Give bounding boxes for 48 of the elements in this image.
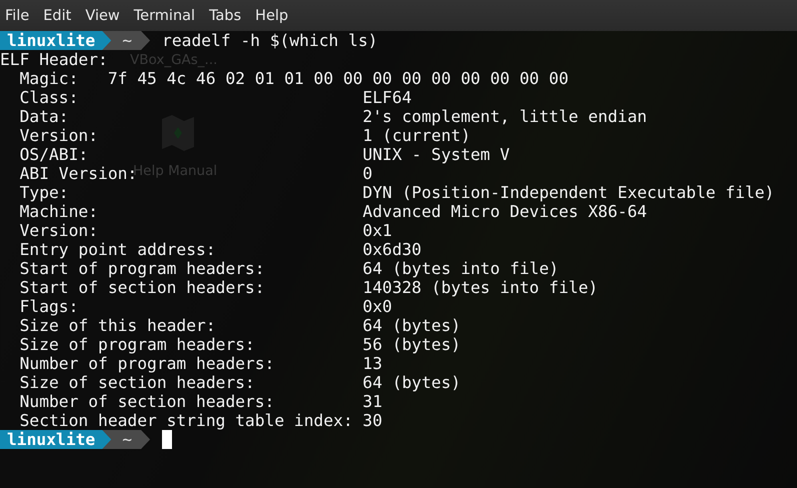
field-value: DYN (Position-Independent Executable file): [362, 183, 774, 202]
command-text: readelf -h $(which ls): [162, 31, 378, 50]
field-label: Start of program headers:: [20, 259, 265, 278]
field-label: Start of section headers:: [20, 278, 265, 297]
field-value: 0x6d30: [362, 240, 422, 259]
field-label: ABI Version:: [20, 164, 138, 183]
field-value: Advanced Micro Devices X86-64: [362, 202, 647, 221]
menu-item[interactable]: Help: [255, 4, 294, 26]
field-label: Flags:: [20, 297, 78, 316]
field-value: 0: [362, 164, 372, 183]
field-label: Data:: [20, 107, 69, 126]
field-value: 1 (current): [362, 126, 470, 145]
menu-item[interactable]: Edit: [43, 4, 78, 26]
field-label: Section header string table index:: [20, 411, 353, 430]
output-heading: ELF Header:: [0, 50, 108, 69]
field-value: 140328 (bytes into file): [362, 278, 598, 297]
field-label: Number of program headers:: [20, 354, 274, 373]
menu-item[interactable]: View: [85, 4, 126, 26]
field-value: 0x0: [362, 297, 392, 316]
field-label: Size of this header:: [20, 316, 216, 335]
prompt-user-segment: linuxlite: [0, 430, 112, 449]
field-label: Magic:: [20, 69, 78, 88]
field-value: 64 (bytes): [362, 316, 461, 335]
field-label: Version:: [20, 221, 98, 240]
field-value: 2's complement, little endian: [362, 107, 647, 126]
field-value: UNIX - System V: [362, 145, 510, 164]
field-label: OS/ABI:: [20, 145, 88, 164]
field-label: Class:: [20, 88, 78, 107]
field-value: 13: [362, 354, 382, 373]
field-label: Type:: [20, 183, 69, 202]
field-label: Number of section headers:: [20, 392, 274, 411]
field-value: 0x1: [362, 221, 392, 240]
field-value: 64 (bytes into file): [362, 259, 559, 278]
field-value: ELF64: [362, 88, 412, 107]
field-label: Entry point address:: [20, 240, 216, 259]
field-label: Version:: [20, 126, 98, 145]
field-value: 56 (bytes): [362, 335, 461, 354]
field-label: Size of program headers:: [20, 335, 255, 354]
field-value: 31: [362, 392, 382, 411]
menu-item[interactable]: Terminal: [134, 4, 202, 26]
field-value: 30: [362, 411, 382, 430]
field-value: 64 (bytes): [362, 373, 461, 392]
field-value: 7f 45 4c 46 02 01 01 00 00 00 00 00 00 00 00 00: [108, 69, 569, 88]
field-label: Machine:: [20, 202, 98, 221]
menu-item[interactable]: Tabs: [209, 4, 248, 26]
field-label: Size of section headers:: [20, 373, 255, 392]
prompt-user-segment: linuxlite: [0, 31, 112, 50]
menu-item[interactable]: File: [5, 4, 36, 26]
